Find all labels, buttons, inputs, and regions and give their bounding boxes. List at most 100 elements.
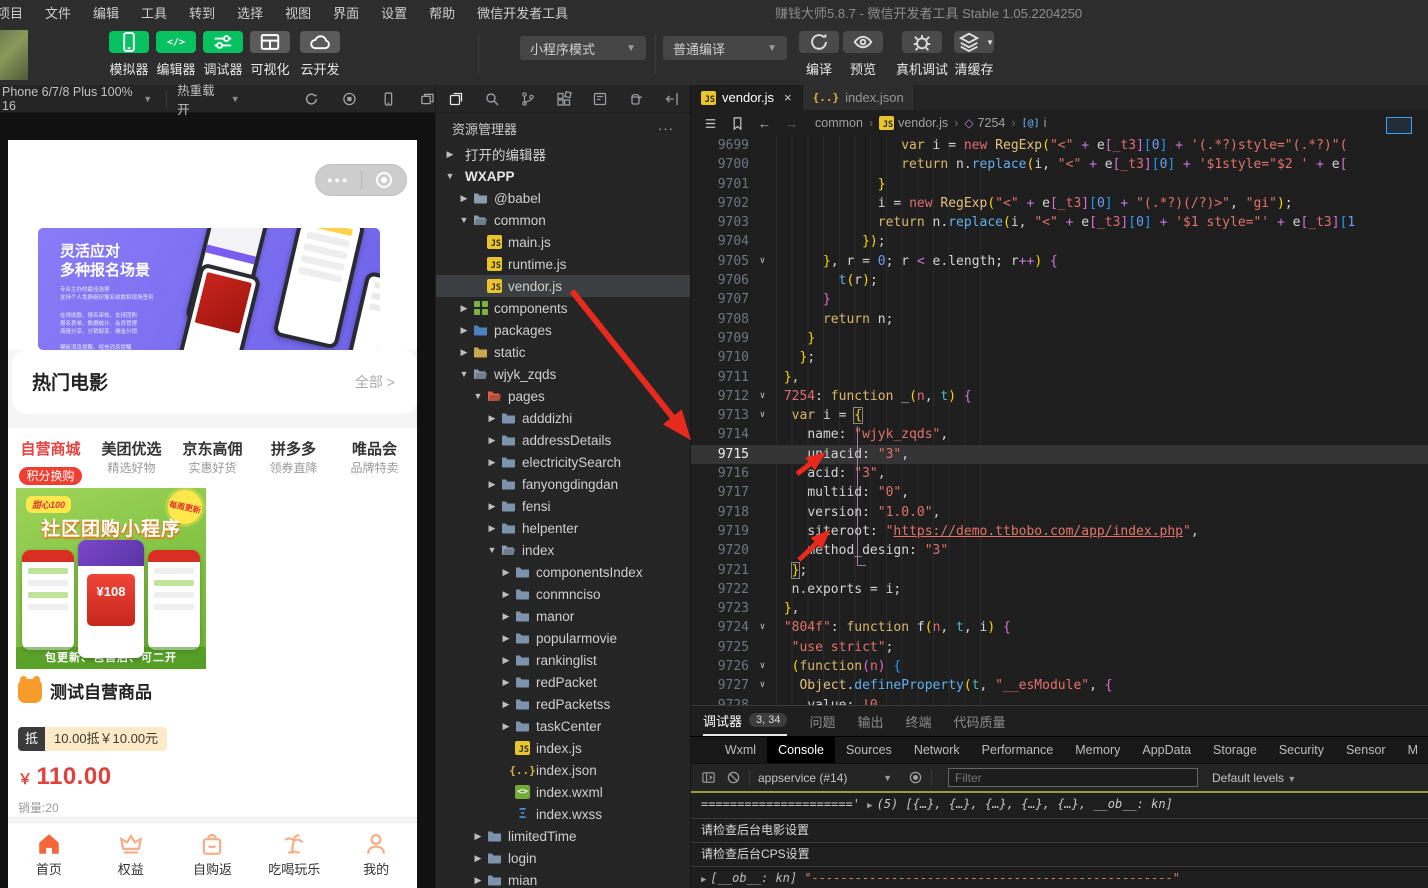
- tree-expand-icon[interactable]: ▶: [458, 325, 470, 336]
- search-icon[interactable]: [484, 91, 500, 107]
- close-icon[interactable]: ×: [784, 90, 792, 105]
- toolbar-button-调试器[interactable]: 调试器: [200, 31, 246, 78]
- tree-collapse-icon[interactable]: ▼: [458, 369, 470, 379]
- tree-expand-icon[interactable]: ▶: [486, 501, 498, 512]
- tree-expand-icon[interactable]: ▶: [500, 677, 512, 688]
- tree-item-limitedTime[interactable]: ▶limitedTime: [436, 825, 690, 847]
- tree-expand-icon[interactable]: ▶: [444, 149, 456, 160]
- tree-item-mian[interactable]: ▶mian: [436, 869, 690, 888]
- tree-expand-icon[interactable]: ▶: [458, 303, 470, 314]
- breadcrumb-item-vendor.js[interactable]: JSvendor.js: [879, 116, 948, 130]
- panel-tab-调试器[interactable]: 调试器3, 34: [703, 706, 787, 736]
- tree-item-index.wxml[interactable]: <>index.wxml: [436, 781, 690, 803]
- breadcrumb-item-i[interactable]: [@]i: [1022, 116, 1047, 130]
- tree-expand-icon[interactable]: ▶: [458, 347, 470, 358]
- files-icon[interactable]: [448, 91, 464, 107]
- tree-collapse-icon[interactable]: ▼: [486, 545, 498, 555]
- devtools-tab-Wxml[interactable]: Wxml: [714, 737, 767, 763]
- tree-expand-icon[interactable]: ▶: [472, 853, 484, 864]
- tree-item-@babel[interactable]: ▶@babel: [436, 187, 690, 209]
- filter-input[interactable]: [948, 768, 1198, 787]
- menu-item-编辑[interactable]: 编辑: [82, 0, 130, 28]
- tree-expand-icon[interactable]: ▶: [500, 721, 512, 732]
- menu-item-选择[interactable]: 选择: [226, 0, 274, 28]
- menu-item-设置[interactable]: 设置: [370, 0, 418, 28]
- clear-console-icon[interactable]: [726, 770, 741, 785]
- source-control-icon[interactable]: [520, 91, 536, 107]
- tree-item-conmnciso[interactable]: ▶conmnciso: [436, 583, 690, 605]
- phone-frame-icon[interactable]: [381, 91, 396, 107]
- tree-expand-icon[interactable]: ▶: [500, 655, 512, 666]
- menu-item-视图[interactable]: 视图: [274, 0, 322, 28]
- action-预览[interactable]: 预览: [840, 31, 886, 78]
- tree-expand-icon[interactable]: ▶: [500, 589, 512, 600]
- show-sidebar-icon[interactable]: [701, 770, 716, 785]
- editor-tab-index.json[interactable]: {..}index.json: [803, 85, 915, 110]
- mode-select[interactable]: 小程序模式 ▼: [520, 36, 646, 60]
- app-tab-首页[interactable]: 首页: [8, 823, 90, 888]
- devtools-tab-Sensor[interactable]: Sensor: [1335, 737, 1397, 763]
- more-actions-icon[interactable]: ···: [658, 121, 674, 136]
- action-清缓存[interactable]: ▼清缓存: [944, 31, 1004, 78]
- hot-reload-toggle[interactable]: 热重载 开: [177, 80, 227, 118]
- toolbar-button-可视化[interactable]: 可视化: [247, 31, 293, 78]
- tree-item-manor[interactable]: ▶manor: [436, 605, 690, 627]
- tree-item-pages[interactable]: ▼pages: [436, 385, 690, 407]
- devtools-tab-Security[interactable]: Security: [1268, 737, 1335, 763]
- fold-icon[interactable]: ∨: [749, 657, 776, 676]
- fold-icon[interactable]: ∨: [749, 406, 776, 425]
- menu-item-项目[interactable]: 项目: [0, 0, 34, 28]
- tree-expand-icon[interactable]: ▶: [458, 193, 470, 204]
- tree-collapse-icon[interactable]: ▼: [458, 215, 470, 225]
- panel-tab-问题[interactable]: 问题: [809, 706, 835, 736]
- panel-tab-代码质量[interactable]: 代码质量: [954, 706, 1006, 736]
- extensions-icon[interactable]: [556, 91, 572, 107]
- toolbar-button-模拟器[interactable]: 模拟器: [106, 31, 152, 78]
- tree-expand-icon[interactable]: ▶: [500, 699, 512, 710]
- widget-panel-icon[interactable]: [592, 91, 608, 107]
- tree-collapse-icon[interactable]: ▼: [444, 171, 456, 181]
- tree-item-components[interactable]: ▶components: [436, 297, 690, 319]
- devtools-tab-Memory[interactable]: Memory: [1064, 737, 1131, 763]
- panel-tab-终端[interactable]: 终端: [906, 706, 932, 736]
- tree-expand-icon[interactable]: ▶: [486, 435, 498, 446]
- tree-item-wjyk_zqds[interactable]: ▼wjyk_zqds: [436, 363, 690, 385]
- user-avatar[interactable]: [0, 30, 28, 80]
- multi-window-icon[interactable]: [420, 91, 435, 107]
- menu-item-界面[interactable]: 界面: [322, 0, 370, 28]
- code-editor[interactable]: 9699 var i = new RegExp("<" + e[_t3][0] …: [691, 136, 1428, 705]
- menu-item-微信开发者工具[interactable]: 微信开发者工具: [466, 0, 579, 28]
- devtools-tab-Network[interactable]: Network: [903, 737, 971, 763]
- devtools-tab-Performance[interactable]: Performance: [971, 737, 1065, 763]
- tree-item-login[interactable]: ▶login: [436, 847, 690, 869]
- tree-expand-icon[interactable]: ▶: [500, 633, 512, 644]
- tree-item-index.js[interactable]: JSindex.js: [436, 737, 690, 759]
- devtools-tab-Sources[interactable]: Sources: [835, 737, 903, 763]
- tree-expand-icon[interactable]: ▶: [472, 831, 484, 842]
- app-tab-我的[interactable]: 我的: [335, 823, 417, 888]
- breadcrumb-item-common[interactable]: common: [815, 116, 863, 130]
- collapse-sidebar-icon[interactable]: [664, 91, 680, 107]
- tree-item-addressDetails[interactable]: ▶addressDetails: [436, 429, 690, 451]
- compile-mode-select[interactable]: 普通编译 ▼: [663, 36, 787, 60]
- fold-icon[interactable]: ∨: [749, 618, 776, 637]
- fold-icon[interactable]: ∨: [749, 676, 776, 695]
- tree-item-popularmovie[interactable]: ▶popularmovie: [436, 627, 690, 649]
- close-minibar-icon[interactable]: [362, 172, 407, 188]
- tree-item-fanyongdingdan[interactable]: ▶fanyongdingdan: [436, 473, 690, 495]
- promo-banner[interactable]: 灵活应对 多种报名场景 专业主办的最佳选择 支持个人免费组织报名收款和现场签到 …: [38, 228, 380, 350]
- stop-icon[interactable]: [342, 91, 357, 107]
- tree-item-redPacket[interactable]: ▶redPacket: [436, 671, 690, 693]
- forward-icon[interactable]: →: [785, 116, 798, 131]
- app-tab-自购返[interactable]: 自购返: [172, 823, 254, 888]
- toolbar-button-编辑器[interactable]: </>编辑器: [153, 31, 199, 78]
- devtools-tab-AppData[interactable]: AppData: [1131, 737, 1202, 763]
- tree-item-componentsIndex[interactable]: ▶componentsIndex: [436, 561, 690, 583]
- more-icon[interactable]: ●●●: [316, 175, 361, 185]
- tree-expand-icon[interactable]: ▶: [472, 875, 484, 886]
- tree-item-main.js[interactable]: JSmain.js: [436, 231, 690, 253]
- action-真机调试[interactable]: 真机调试: [892, 31, 952, 78]
- tree-item-adddizhi[interactable]: ▶adddizhi: [436, 407, 690, 429]
- tree-item-index.json[interactable]: {..}index.json: [436, 759, 690, 781]
- shop-tab-拼多多[interactable]: 拼多多领券直降: [253, 438, 334, 485]
